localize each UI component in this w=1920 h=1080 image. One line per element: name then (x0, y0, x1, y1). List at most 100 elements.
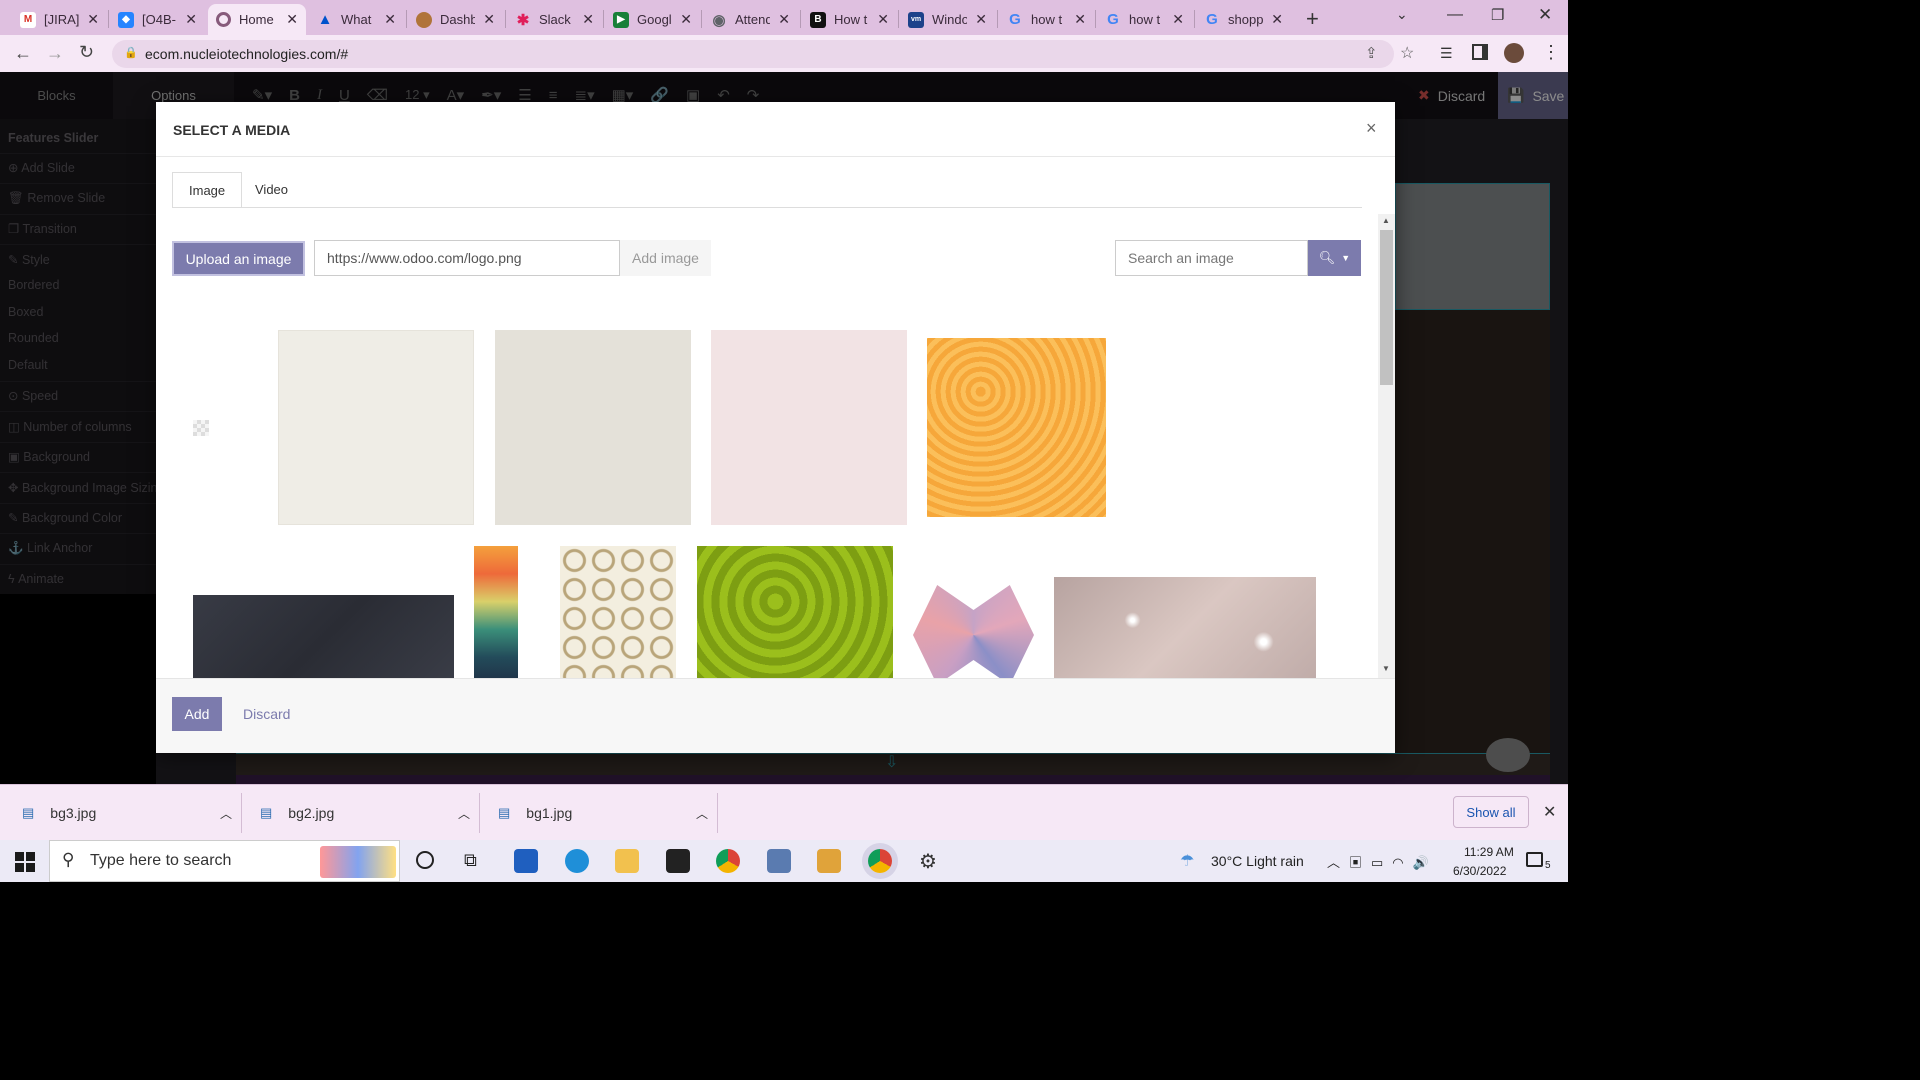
image-url-input[interactable]: https://www.odoo.com/logo.png (314, 240, 620, 276)
profile-avatar[interactable] (1504, 43, 1524, 63)
close-dialog-icon[interactable]: × (1366, 118, 1377, 139)
image-thumb[interactable] (1054, 577, 1316, 678)
tab-video[interactable]: Video (239, 172, 304, 208)
menu-kebab-icon[interactable]: ⋮ (1542, 42, 1560, 63)
search-image-input[interactable]: Search an image (1115, 240, 1308, 276)
back-icon[interactable]: ← (14, 43, 32, 64)
reload-icon[interactable]: ↻ (79, 42, 94, 63)
transparent-image-thumb[interactable] (193, 420, 209, 436)
image-thumb[interactable] (711, 330, 907, 525)
discard-button[interactable]: Discard (243, 706, 290, 722)
upload-image-button[interactable]: Upload an image (172, 241, 305, 276)
clock-date[interactable]: 6/30/2022 (1453, 864, 1506, 878)
settings-gear-icon[interactable]: ⚙ (919, 849, 937, 874)
weather-text[interactable]: 30°C Light rain (1211, 853, 1304, 869)
browser-tab[interactable]: M [JIRA] ✕ (12, 4, 107, 35)
close-window-icon[interactable]: ✕ (1538, 5, 1552, 25)
tab-search-chevron-icon[interactable]: ⌄ (1396, 6, 1408, 23)
browser-tab-active[interactable]: Home ✕ (208, 4, 306, 35)
chevron-up-icon[interactable]: ︿ (696, 805, 708, 822)
close-tab-icon[interactable]: ✕ (778, 11, 790, 28)
chrome-icon[interactable] (716, 849, 740, 873)
download-item[interactable]: ▤ bg2.jpg ︿ (260, 785, 470, 841)
close-tab-icon[interactable]: ✕ (384, 11, 396, 28)
forward-icon[interactable]: → (46, 43, 64, 64)
sublime-icon[interactable] (817, 849, 841, 873)
close-tab-icon[interactable]: ✕ (1172, 11, 1184, 28)
search-button[interactable]: 🔍︎ ▼ (1308, 240, 1361, 276)
show-all-button[interactable]: Show all (1453, 796, 1529, 828)
file-explorer-icon[interactable] (615, 849, 639, 873)
odoo-icon (216, 12, 231, 27)
notifications-icon[interactable] (1526, 852, 1543, 867)
taskbar-search-box[interactable]: ⚲ Type here to search (49, 840, 400, 882)
image-thumb[interactable] (474, 546, 518, 678)
browser-tab[interactable]: Ghow t ✕ (1097, 4, 1192, 35)
new-tab-icon[interactable]: + (1306, 6, 1319, 32)
chevron-up-icon[interactable]: ︿ (220, 805, 232, 822)
reading-list-icon[interactable]: ☰ (1440, 45, 1453, 62)
bookmark-star-icon[interactable]: ☆ (1400, 43, 1414, 63)
side-panel-icon[interactable] (1472, 44, 1488, 60)
close-tab-icon[interactable]: ✕ (975, 11, 987, 28)
scroll-down-icon[interactable]: ▼ (1382, 664, 1390, 673)
add-button[interactable]: Add (172, 697, 222, 731)
browser-tab[interactable]: Ghow t ✕ (999, 4, 1094, 35)
system-tray-icons[interactable]: ︿▣▭◠🔊 (1327, 852, 1438, 871)
close-tab-icon[interactable]: ✕ (483, 11, 495, 28)
jira-icon: ◆ (118, 11, 134, 28)
scrollbar-thumb[interactable] (1380, 230, 1393, 385)
browser-tab[interactable]: B How t ✕ (802, 4, 897, 35)
image-thumb[interactable] (495, 330, 691, 525)
dashboard-icon (416, 11, 432, 28)
tab-label: how t (1129, 12, 1161, 27)
image-thumb[interactable] (560, 546, 676, 678)
windows-start-icon[interactable] (15, 852, 35, 872)
close-tab-icon[interactable]: ✕ (680, 11, 692, 28)
scroll-up-icon[interactable]: ▲ (1382, 216, 1390, 225)
browser-tab[interactable]: ▶ Googl ✕ (605, 4, 700, 35)
image-thumb[interactable] (913, 585, 1034, 678)
browser-tab[interactable]: ✱ Slack ✕ (507, 4, 602, 35)
download-filename: bg3.jpg (50, 805, 97, 821)
close-tab-icon[interactable]: ✕ (286, 11, 298, 28)
virtualbox-icon[interactable] (767, 849, 791, 873)
tab-image[interactable]: Image (172, 172, 243, 208)
close-tab-icon[interactable]: ✕ (877, 11, 889, 28)
image-thumb[interactable] (697, 546, 893, 678)
add-image-button[interactable]: Add image (620, 240, 711, 276)
chrome-active-icon[interactable] (868, 849, 892, 873)
restore-icon[interactable]: ❐ (1491, 6, 1504, 24)
chevron-up-icon[interactable]: ︿ (458, 805, 470, 822)
close-tab-icon[interactable]: ✕ (185, 11, 197, 28)
download-filename: bg1.jpg (526, 805, 573, 821)
close-tab-icon[interactable]: ✕ (1074, 11, 1086, 28)
browser-tab[interactable]: ◉ Attend ✕ (703, 4, 798, 35)
dialog-title: SELECT A MEDIA (173, 122, 291, 138)
browser-tab[interactable]: Gshopp ✕ (1196, 4, 1291, 35)
download-item[interactable]: ▤ bg1.jpg ︿ (498, 785, 708, 841)
minimize-icon[interactable]: — (1447, 6, 1463, 24)
image-thumb[interactable] (927, 338, 1106, 517)
terminal-icon[interactable] (666, 849, 690, 873)
clock-time[interactable]: 11:29 AM (1464, 845, 1514, 859)
browser-tab[interactable]: ▲ What ✕ (309, 4, 404, 35)
browser-tab[interactable]: vm Windo ✕ (900, 4, 995, 35)
image-thumb[interactable] (278, 330, 474, 525)
address-bar[interactable]: 🔒 ecom.nucleiotechnologies.com/# ⇪ ☆ (112, 40, 1414, 68)
cortana-icon[interactable] (416, 851, 434, 869)
edge-icon[interactable] (565, 849, 589, 873)
close-tab-icon[interactable]: ✕ (87, 11, 99, 28)
close-tab-icon[interactable]: ✕ (582, 11, 594, 28)
close-downloads-icon[interactable]: ✕ (1543, 802, 1556, 822)
google-meet-icon: ▶ (613, 11, 629, 28)
download-item[interactable]: ▤ bg3.jpg ︿ (22, 785, 232, 841)
close-tab-icon[interactable]: ✕ (1271, 11, 1283, 28)
image-thumb[interactable] (193, 595, 454, 678)
vmware-icon: vm (908, 11, 924, 28)
share-icon[interactable]: ⇪ (1365, 44, 1378, 62)
browser-tab[interactable]: ◆ [O4B- ✕ (110, 4, 205, 35)
browser-tab[interactable]: Dashb ✕ (408, 4, 503, 35)
task-view-icon[interactable]: ⧉ (464, 850, 477, 871)
mail-icon[interactable] (514, 849, 538, 873)
